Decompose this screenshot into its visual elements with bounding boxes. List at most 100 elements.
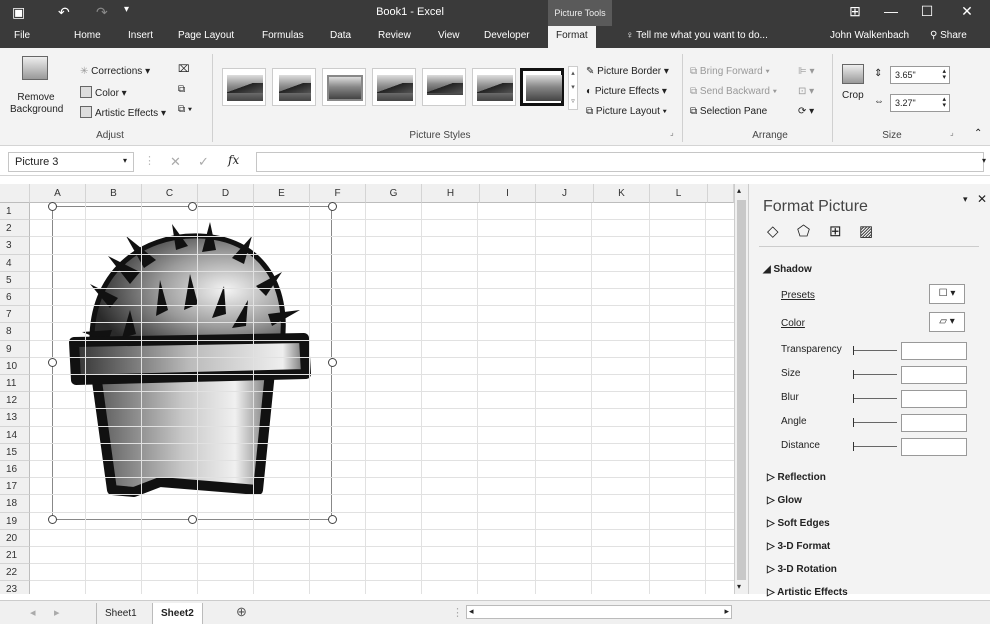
row-header[interactable]: 5 <box>0 271 30 289</box>
row-header[interactable]: 21 <box>0 547 30 565</box>
color-button[interactable]: Color ▾ <box>80 86 127 99</box>
maximize-icon[interactable]: ☐ <box>912 3 942 20</box>
row-header[interactable]: 1 <box>0 203 30 221</box>
resize-handle-n[interactable] <box>188 202 197 211</box>
size-input[interactable] <box>901 366 967 384</box>
row-header[interactable]: 15 <box>0 443 30 461</box>
size-slider[interactable] <box>853 370 897 379</box>
picture-style-6[interactable] <box>472 68 516 106</box>
picture-effects-button[interactable]: ◐ Picture Effects ▾ <box>586 86 667 97</box>
transparency-input[interactable] <box>901 342 967 360</box>
minimize-icon[interactable]: — <box>876 3 906 19</box>
change-picture-icon[interactable]: ⧉ <box>178 84 185 95</box>
row-header[interactable]: 8 <box>0 323 30 341</box>
artistic-effects-button[interactable]: Artistic Effects ▾ <box>80 106 166 119</box>
picture-tab-icon[interactable]: ▨ <box>859 222 873 240</box>
resize-handle-nw[interactable] <box>48 202 57 211</box>
picture-style-3[interactable] <box>322 68 366 106</box>
tab-data[interactable]: Data <box>330 30 351 41</box>
transparency-slider[interactable] <box>853 346 897 355</box>
distance-slider[interactable] <box>853 442 897 451</box>
resize-handle-ne[interactable] <box>328 202 337 211</box>
horizontal-scrollbar[interactable]: ◂ ▸ <box>466 605 732 619</box>
column-header[interactable]: J <box>536 184 594 203</box>
sheet-tab-sheet2[interactable]: Sheet2 <box>152 603 203 624</box>
new-sheet-icon[interactable]: ⊕ <box>236 604 247 620</box>
gallery-scroll[interactable]: ▴ ▾ ▿ <box>568 66 578 110</box>
formula-input[interactable] <box>256 152 984 172</box>
pane-options-icon[interactable]: ▾ <box>963 194 968 205</box>
row-header[interactable]: 13 <box>0 409 30 427</box>
selection-pane-button[interactable]: ⧉ Selection Pane <box>690 106 767 117</box>
reset-picture-icon[interactable]: ⧉ ▾ <box>178 104 192 115</box>
fill-line-icon[interactable]: ◇ <box>767 222 779 240</box>
picture-style-4[interactable] <box>372 68 416 106</box>
width-spinner-icon[interactable]: ▴ ▾ <box>942 96 946 109</box>
shadow-color-dropdown[interactable]: ▱ ▾ <box>929 312 965 332</box>
align-icon[interactable]: ⊫ ▾ <box>798 66 815 77</box>
glow-section[interactable]: ▷ Glow <box>767 495 802 506</box>
tab-format[interactable]: Format <box>548 26 596 48</box>
resize-handle-w[interactable] <box>48 358 57 367</box>
insert-function-icon[interactable]: fx <box>228 153 239 167</box>
size-properties-icon[interactable]: ⊞ <box>829 222 842 240</box>
height-spinner-icon[interactable]: ▴ ▾ <box>942 68 946 81</box>
scroll-up-icon[interactable]: ▴ <box>737 186 741 195</box>
distance-input[interactable] <box>901 438 967 456</box>
vertical-scrollbar[interactable]: ▴ ▾ <box>734 184 748 594</box>
row-header[interactable]: 22 <box>0 564 30 582</box>
resize-handle-sw[interactable] <box>48 515 57 524</box>
resize-handle-e[interactable] <box>328 358 337 367</box>
height-input[interactable]: 3.65" ▴ ▾ <box>890 66 950 84</box>
blur-slider[interactable] <box>853 394 897 403</box>
tab-view[interactable]: View <box>438 30 460 41</box>
row-header[interactable]: 16 <box>0 461 30 479</box>
row-header[interactable]: 2 <box>0 220 30 238</box>
column-header[interactable]: H <box>422 184 480 203</box>
column-header[interactable]: F <box>310 184 366 203</box>
picture-layout-button[interactable]: ⧉ Picture Layout ▾ <box>586 106 667 117</box>
row-header[interactable]: 7 <box>0 306 30 324</box>
width-input[interactable]: 3.27" ▴ ▾ <box>890 94 950 112</box>
row-header[interactable]: 10 <box>0 357 30 375</box>
resize-handle-s[interactable] <box>188 515 197 524</box>
vertical-scroll-thumb[interactable] <box>737 200 746 580</box>
send-backward-button[interactable]: ⧉ Send Backward ▾ <box>690 86 777 97</box>
column-header[interactable]: L <box>650 184 708 203</box>
tab-insert[interactable]: Insert <box>128 30 153 41</box>
scroll-down-icon[interactable]: ▾ <box>737 582 741 591</box>
picture-style-2[interactable] <box>272 68 316 106</box>
remove-background-icon[interactable] <box>22 56 48 80</box>
name-box-dropdown-icon[interactable]: ▾ <box>123 156 127 165</box>
blur-input[interactable] <box>901 390 967 408</box>
picture-style-5[interactable] <box>422 68 466 106</box>
tell-me-search[interactable]: ♀ Tell me what you want to do... <box>626 30 768 41</box>
column-header[interactable] <box>708 184 734 203</box>
angle-input[interactable] <box>901 414 967 432</box>
scroll-right-icon[interactable]: ▸ <box>724 606 729 617</box>
cancel-icon[interactable]: ✕ <box>170 154 181 170</box>
soft-edges-section[interactable]: ▷ Soft Edges <box>767 518 830 529</box>
row-header[interactable]: 9 <box>0 340 30 358</box>
expand-formula-bar-icon[interactable]: ▾ <box>982 156 986 165</box>
row-header[interactable]: 4 <box>0 254 30 272</box>
name-box[interactable]: Picture 3 ▾ <box>8 152 134 172</box>
tab-file[interactable]: File <box>14 30 30 41</box>
row-header[interactable]: 12 <box>0 392 30 410</box>
rotate-icon[interactable]: ⟳ ▾ <box>798 106 814 117</box>
size-launcher-icon[interactable]: ⌟ <box>950 128 954 137</box>
crop-button[interactable]: Crop <box>842 90 864 101</box>
column-header[interactable]: D <box>198 184 254 203</box>
row-header[interactable]: 19 <box>0 512 30 530</box>
tab-home[interactable]: Home <box>74 30 101 41</box>
column-header[interactable]: G <box>366 184 422 203</box>
next-sheet-icon[interactable]: ▸ <box>54 606 60 619</box>
column-header[interactable]: I <box>480 184 536 203</box>
tab-developer[interactable]: Developer <box>484 30 530 41</box>
cactus-picture[interactable] <box>60 214 324 514</box>
tab-review[interactable]: Review <box>378 30 411 41</box>
close-icon[interactable]: ✕ <box>952 3 982 20</box>
remove-background-button[interactable]: Remove Background <box>10 92 63 116</box>
row-header[interactable]: 18 <box>0 495 30 513</box>
resize-handle-se[interactable] <box>328 515 337 524</box>
